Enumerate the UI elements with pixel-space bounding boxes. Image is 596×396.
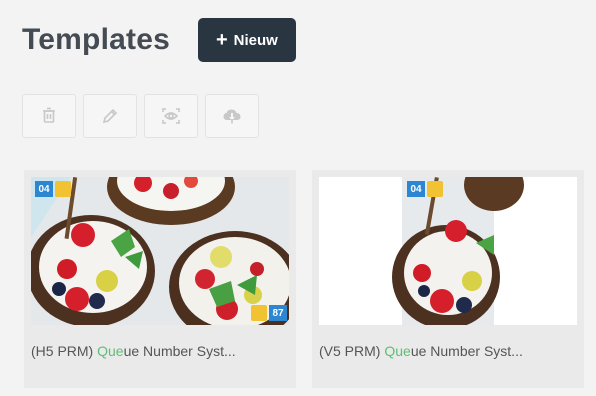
badge-bottom: 87	[269, 305, 287, 321]
image-badge-icon	[251, 305, 267, 321]
page-header: Templates + Nieuw	[22, 18, 296, 62]
label-highlight: Que	[384, 343, 411, 359]
preview-button[interactable]	[144, 94, 198, 138]
template-grid: 04 87 (H5 PRM) Queue Number Syst... 04 (…	[24, 170, 584, 388]
label-suffix: ue Number Syst...	[123, 343, 236, 359]
cloud-download-icon	[223, 109, 241, 124]
label-highlight: Que	[97, 343, 124, 359]
template-name: (H5 PRM) Queue Number Syst...	[31, 343, 291, 359]
new-button-label: Nieuw	[233, 31, 278, 49]
toolbar	[22, 94, 259, 138]
trash-icon	[43, 107, 55, 123]
pencil-icon	[102, 108, 118, 124]
label-suffix: ue Number Syst...	[410, 343, 523, 359]
template-card[interactable]: 04 87 (H5 PRM) Queue Number Syst...	[24, 170, 296, 388]
plus-icon: +	[215, 29, 228, 51]
image-badge-icon	[55, 181, 71, 197]
template-name: (V5 PRM) Queue Number Syst...	[319, 343, 579, 359]
thumbnail-image	[319, 177, 577, 325]
label-prefix: (V5 PRM)	[319, 343, 385, 359]
delete-button[interactable]	[22, 94, 76, 138]
template-thumbnail: 04 87	[31, 177, 289, 325]
image-badge-icon	[427, 181, 443, 197]
thumbnail-image	[31, 177, 289, 325]
label-prefix: (H5 PRM)	[31, 343, 98, 359]
eye-scan-icon	[162, 108, 180, 124]
template-thumbnail: 04	[319, 177, 577, 325]
download-button[interactable]	[205, 94, 259, 138]
page-title: Templates	[22, 23, 170, 56]
edit-button[interactable]	[83, 94, 137, 138]
template-card[interactable]: 04 (V5 PRM) Queue Number Syst...	[312, 170, 584, 388]
badge-top: 04	[407, 181, 425, 197]
badge-top: 04	[35, 181, 53, 197]
new-template-button[interactable]: + Nieuw	[197, 18, 296, 62]
